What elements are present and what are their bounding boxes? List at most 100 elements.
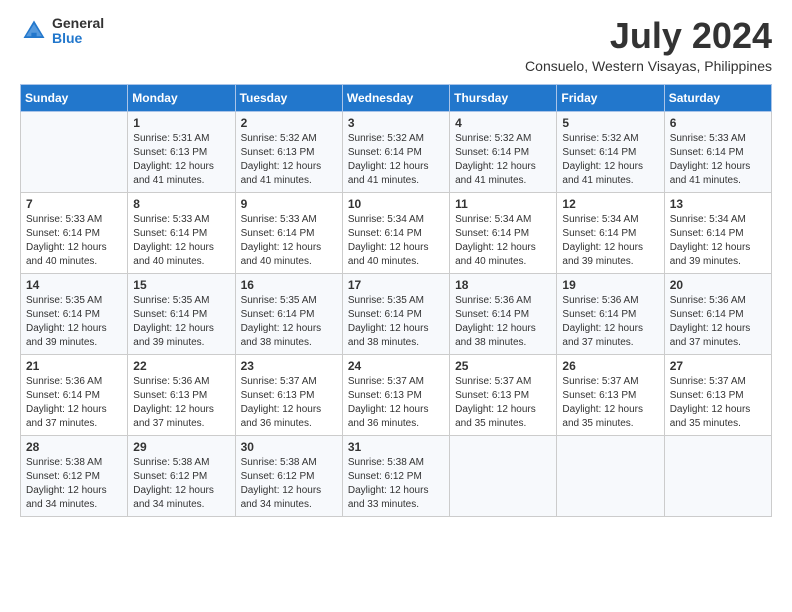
- day-info: Sunrise: 5:34 AMSunset: 6:14 PMDaylight:…: [348, 213, 444, 269]
- weekday-header-saturday: Saturday: [664, 84, 771, 111]
- day-number: 8: [133, 197, 229, 211]
- day-info: Sunrise: 5:37 AMSunset: 6:13 PMDaylight:…: [455, 375, 551, 431]
- day-number: 25: [455, 359, 551, 373]
- day-info: Sunrise: 5:32 AMSunset: 6:14 PMDaylight:…: [562, 132, 658, 188]
- weekday-header-monday: Monday: [128, 84, 235, 111]
- calendar-cell: 20 Sunrise: 5:36 AMSunset: 6:14 PMDayligh…: [664, 273, 771, 354]
- page: General Blue July 2024 Consuelo, Western…: [0, 0, 792, 612]
- day-number: 30: [241, 440, 337, 454]
- calendar-cell: [21, 111, 128, 192]
- logo-icon: [20, 17, 48, 45]
- weekday-header-friday: Friday: [557, 84, 664, 111]
- day-number: 26: [562, 359, 658, 373]
- calendar-cell: [450, 435, 557, 516]
- day-number: 14: [26, 278, 122, 292]
- calendar-cell: 27Sunrise: 5:37 AMSunset: 6:13 PMDayligh…: [664, 354, 771, 435]
- calendar-cell: 19 Sunrise: 5:36 AMSunset: 6:14 PMDayligh…: [557, 273, 664, 354]
- day-info: Sunrise: 5:36 AMSunset: 6:14 PMDaylight:…: [670, 294, 766, 350]
- calendar-cell: 30Sunrise: 5:38 AMSunset: 6:12 PMDayligh…: [235, 435, 342, 516]
- day-info: Sunrise: 5:37 AMSunset: 6:13 PMDaylight:…: [670, 375, 766, 431]
- calendar-cell: 21 Sunrise: 5:36 AMSunset: 6:14 PMDayligh…: [21, 354, 128, 435]
- calendar-cell: 25 Sunrise: 5:37 AMSunset: 6:13 PMDayligh…: [450, 354, 557, 435]
- logo-general-text: General: [52, 16, 104, 31]
- day-number: 18: [455, 278, 551, 292]
- calendar-cell: 3 Sunrise: 5:32 AMSunset: 6:14 PMDaylight…: [342, 111, 449, 192]
- weekday-header-thursday: Thursday: [450, 84, 557, 111]
- calendar-cell: 16Sunrise: 5:35 AMSunset: 6:14 PMDayligh…: [235, 273, 342, 354]
- day-number: 22: [133, 359, 229, 373]
- day-number: 21: [26, 359, 122, 373]
- day-number: 3: [348, 116, 444, 130]
- day-info: Sunrise: 5:37 AMSunset: 6:13 PMDaylight:…: [241, 375, 337, 431]
- day-number: 9: [241, 197, 337, 211]
- day-number: 11: [455, 197, 551, 211]
- day-info: Sunrise: 5:33 AMSunset: 6:14 PMDaylight:…: [241, 213, 337, 269]
- day-info: Sunrise: 5:34 AMSunset: 6:14 PMDaylight:…: [670, 213, 766, 269]
- day-info: Sunrise: 5:36 AMSunset: 6:14 PMDaylight:…: [562, 294, 658, 350]
- day-info: Sunrise: 5:36 AMSunset: 6:14 PMDaylight:…: [26, 375, 122, 431]
- day-info: Sunrise: 5:35 AMSunset: 6:14 PMDaylight:…: [348, 294, 444, 350]
- weekday-header-tuesday: Tuesday: [235, 84, 342, 111]
- calendar-cell: 10 Sunrise: 5:34 AMSunset: 6:14 PMDayligh…: [342, 192, 449, 273]
- calendar-cell: 9 Sunrise: 5:33 AMSunset: 6:14 PMDaylight…: [235, 192, 342, 273]
- day-number: 10: [348, 197, 444, 211]
- day-number: 7: [26, 197, 122, 211]
- calendar-cell: 4 Sunrise: 5:32 AMSunset: 6:14 PMDaylight…: [450, 111, 557, 192]
- calendar-cell: 11 Sunrise: 5:34 AMSunset: 6:14 PMDayligh…: [450, 192, 557, 273]
- day-info: Sunrise: 5:38 AMSunset: 6:12 PMDaylight:…: [133, 456, 229, 512]
- day-number: 2: [241, 116, 337, 130]
- weekday-header-sunday: Sunday: [21, 84, 128, 111]
- weekday-header-row: SundayMondayTuesdayWednesdayThursdayFrid…: [21, 84, 772, 111]
- day-number: 29: [133, 440, 229, 454]
- calendar-cell: 15Sunrise: 5:35 AMSunset: 6:14 PMDayligh…: [128, 273, 235, 354]
- header: General Blue July 2024 Consuelo, Western…: [20, 16, 772, 74]
- calendar-table: SundayMondayTuesdayWednesdayThursdayFrid…: [20, 84, 772, 517]
- calendar-cell: 1Sunrise: 5:31 AMSunset: 6:13 PMDaylight…: [128, 111, 235, 192]
- calendar-cell: 8Sunrise: 5:33 AMSunset: 6:14 PMDaylight…: [128, 192, 235, 273]
- week-row-4: 21 Sunrise: 5:36 AMSunset: 6:14 PMDayligh…: [21, 354, 772, 435]
- day-info: Sunrise: 5:32 AMSunset: 6:14 PMDaylight:…: [348, 132, 444, 188]
- calendar-cell: 2Sunrise: 5:32 AMSunset: 6:13 PMDaylight…: [235, 111, 342, 192]
- day-number: 24: [348, 359, 444, 373]
- calendar-cell: 28Sunrise: 5:38 AMSunset: 6:12 PMDayligh…: [21, 435, 128, 516]
- logo: General Blue: [20, 16, 104, 47]
- calendar-cell: 12Sunrise: 5:34 AMSunset: 6:14 PMDayligh…: [557, 192, 664, 273]
- day-info: Sunrise: 5:36 AMSunset: 6:13 PMDaylight:…: [133, 375, 229, 431]
- location-title: Consuelo, Western Visayas, Philippines: [525, 58, 772, 74]
- day-number: 4: [455, 116, 551, 130]
- day-number: 19: [562, 278, 658, 292]
- calendar-cell: 5Sunrise: 5:32 AMSunset: 6:14 PMDaylight…: [557, 111, 664, 192]
- calendar-cell: 18Sunrise: 5:36 AMSunset: 6:14 PMDayligh…: [450, 273, 557, 354]
- day-number: 28: [26, 440, 122, 454]
- day-info: Sunrise: 5:33 AMSunset: 6:14 PMDaylight:…: [26, 213, 122, 269]
- day-number: 31: [348, 440, 444, 454]
- calendar-cell: [664, 435, 771, 516]
- logo-blue-text: Blue: [52, 31, 104, 46]
- calendar-cell: 31 Sunrise: 5:38 AMSunset: 6:12 PMDayligh…: [342, 435, 449, 516]
- calendar-cell: 13 Sunrise: 5:34 AMSunset: 6:14 PMDayligh…: [664, 192, 771, 273]
- day-number: 17: [348, 278, 444, 292]
- month-title: July 2024: [525, 16, 772, 56]
- calendar-cell: 22 Sunrise: 5:36 AMSunset: 6:13 PMDayligh…: [128, 354, 235, 435]
- day-info: Sunrise: 5:33 AMSunset: 6:14 PMDaylight:…: [670, 132, 766, 188]
- day-number: 16: [241, 278, 337, 292]
- day-number: 13: [670, 197, 766, 211]
- day-number: 20: [670, 278, 766, 292]
- day-number: 23: [241, 359, 337, 373]
- calendar-cell: 24Sunrise: 5:37 AMSunset: 6:13 PMDayligh…: [342, 354, 449, 435]
- title-block: July 2024 Consuelo, Western Visayas, Phi…: [525, 16, 772, 74]
- day-info: Sunrise: 5:38 AMSunset: 6:12 PMDaylight:…: [348, 456, 444, 512]
- calendar-cell: 14 Sunrise: 5:35 AMSunset: 6:14 PMDayligh…: [21, 273, 128, 354]
- day-info: Sunrise: 5:35 AMSunset: 6:14 PMDaylight:…: [26, 294, 122, 350]
- day-info: Sunrise: 5:35 AMSunset: 6:14 PMDaylight:…: [133, 294, 229, 350]
- logo-text: General Blue: [52, 16, 104, 47]
- calendar-cell: 23 Sunrise: 5:37 AMSunset: 6:13 PMDayligh…: [235, 354, 342, 435]
- day-number: 1: [133, 116, 229, 130]
- week-row-2: 7 Sunrise: 5:33 AMSunset: 6:14 PMDaylight…: [21, 192, 772, 273]
- day-info: Sunrise: 5:34 AMSunset: 6:14 PMDaylight:…: [455, 213, 551, 269]
- day-number: 6: [670, 116, 766, 130]
- day-info: Sunrise: 5:32 AMSunset: 6:14 PMDaylight:…: [455, 132, 551, 188]
- day-number: 12: [562, 197, 658, 211]
- calendar-cell: [557, 435, 664, 516]
- week-row-1: 1Sunrise: 5:31 AMSunset: 6:13 PMDaylight…: [21, 111, 772, 192]
